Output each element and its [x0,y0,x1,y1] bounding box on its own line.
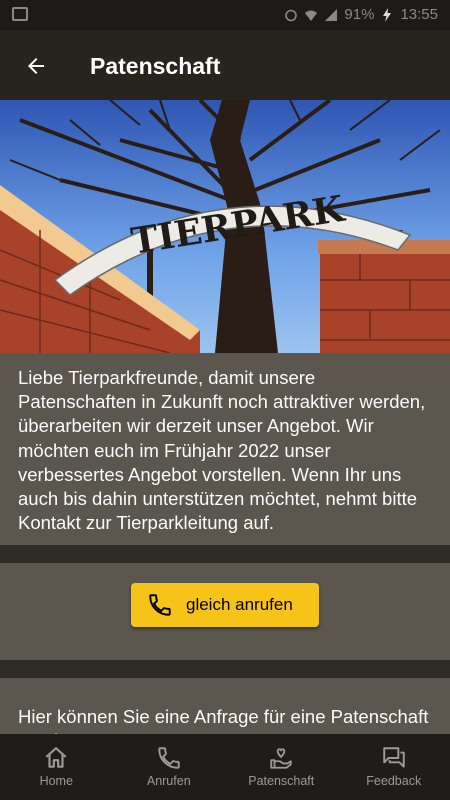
signal-icon [325,8,338,21]
app-bar: Patenschaft [0,30,450,100]
status-icons: 91% 13:55 [284,6,438,23]
call-button-label: gleich anrufen [186,595,293,614]
phone-icon [149,594,171,616]
page-title: Patenschaft [90,53,221,79]
back-button[interactable] [20,50,52,82]
bottom-navigation: Home Anrufen Patenschaft Feedback [0,734,450,800]
nav-item-patenschaft[interactable]: Patenschaft [225,734,338,800]
nav-label-feedback: Feedback [366,774,422,788]
chat-icon [383,747,405,768]
nav-label-home: Home [39,774,73,788]
nav-label-patenschaft: Patenschaft [248,774,315,788]
status-bar: 91% 13:55 [0,0,450,30]
nav-item-anrufen[interactable]: Anrufen [113,734,226,800]
call-button[interactable]: gleich anrufen [131,583,319,627]
intro-card: Liebe Tierparkfreunde, damit unsere Pate… [0,353,450,545]
intro-text: Liebe Tierparkfreunde, damit unsere Pate… [18,367,426,534]
alarm-icon [285,9,298,21]
battery-percent: 91% [344,6,375,23]
heart-hand-icon [270,748,292,769]
clock: 13:55 [400,6,438,23]
nav-item-home[interactable]: Home [0,734,113,800]
request-card: Hier können Sie eine Anfrage für eine Pa… [0,678,450,738]
nav-label-anrufen: Anrufen [146,774,191,788]
battery-charging-icon [383,7,392,22]
section-divider [0,545,450,563]
section-divider [0,660,450,678]
wifi-icon [305,10,318,21]
hero-image: TIERPARK [0,100,450,353]
home-icon [45,747,67,768]
image-notification-icon [12,7,28,21]
arrow-left-icon [28,58,44,74]
tierpark-gate-photo: TIERPARK [0,100,450,353]
nav-item-feedback[interactable]: Feedback [338,734,450,800]
phone-icon [158,747,180,769]
call-card: gleich anrufen [0,563,450,660]
